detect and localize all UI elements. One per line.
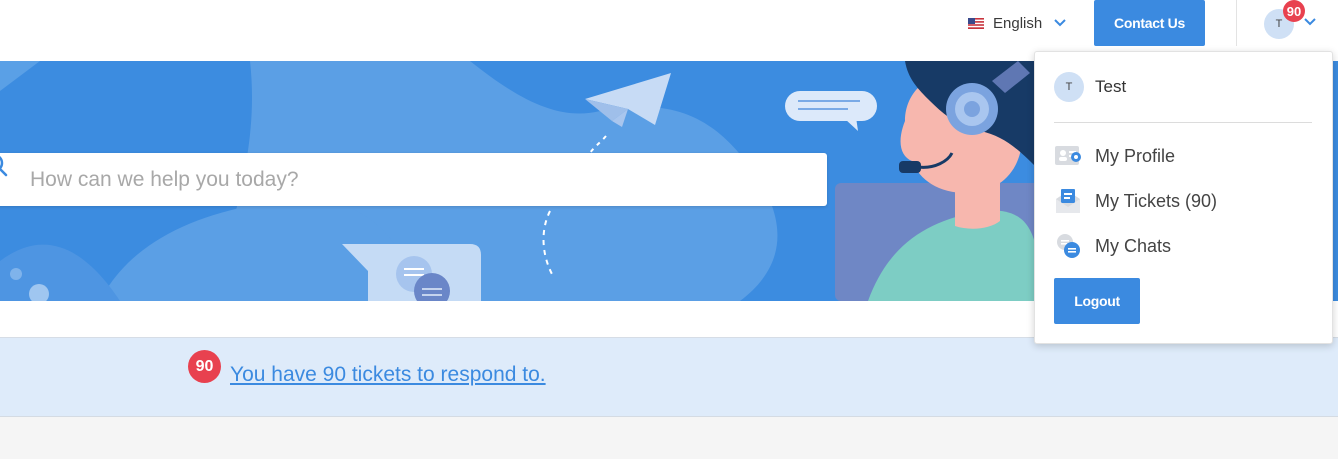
header-divider <box>1236 0 1237 46</box>
user-menu-toggle[interactable]: T 90 <box>1264 0 1324 40</box>
user-dropdown-menu: T Test My Profile My Tickets (90) My Cha… <box>1034 51 1333 344</box>
menu-item-my-profile[interactable]: My Profile <box>1054 141 1175 171</box>
tickets-count-badge: 90 <box>188 350 221 383</box>
tickets-notice-bar: 90 You have 90 tickets to respond to. <box>0 338 1338 417</box>
search-icon[interactable] <box>0 153 14 177</box>
menu-item-label: My Profile <box>1095 145 1176 166</box>
menu-item-my-chats[interactable]: My Chats <box>1054 231 1171 261</box>
logout-button[interactable]: Logout <box>1054 278 1140 324</box>
dropdown-user-header: T Test <box>1054 72 1126 102</box>
tickets-respond-link[interactable]: You have 90 tickets to respond to. <box>230 363 546 387</box>
chevron-down-icon <box>1054 19 1066 27</box>
language-label: English <box>993 14 1043 32</box>
tickets-icon <box>1056 189 1080 213</box>
notification-badge: 90 <box>1283 0 1305 22</box>
profile-card-icon <box>1055 146 1081 165</box>
contact-us-button[interactable]: Contact Us <box>1094 0 1205 46</box>
language-selector[interactable]: English <box>968 12 1066 34</box>
avatar: T <box>1054 72 1084 102</box>
chats-icon <box>1057 234 1080 258</box>
menu-item-my-tickets[interactable]: My Tickets (90) <box>1054 186 1217 216</box>
menu-item-label: My Chats <box>1095 235 1172 256</box>
menu-item-label: My Tickets (90) <box>1095 190 1218 211</box>
search-input[interactable] <box>30 153 810 206</box>
dropdown-divider <box>1054 122 1312 123</box>
us-flag-icon <box>968 17 984 29</box>
dropdown-username: Test <box>1095 77 1127 96</box>
chevron-down-icon <box>1304 18 1316 26</box>
search-bar <box>0 153 827 206</box>
